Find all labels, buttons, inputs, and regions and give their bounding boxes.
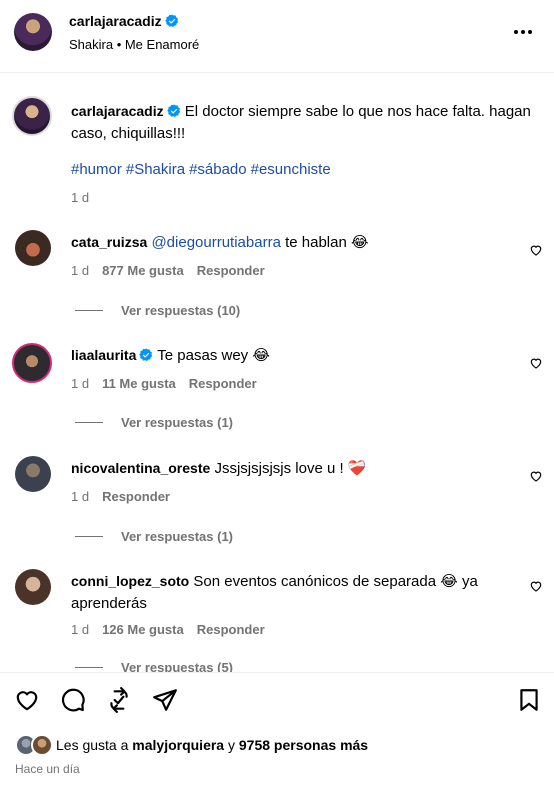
comment-like-icon[interactable] [529, 243, 543, 257]
reply-button[interactable]: Responder [197, 622, 265, 637]
comment-body: Jssjsjsjsjsjs love u ! ❤️‍🩹 [214, 460, 367, 477]
comment-timestamp[interactable]: 1 d [71, 489, 89, 504]
reply-button[interactable]: Responder [189, 376, 257, 391]
post-footer: Les gusta a malyjorquiera y 9758 persona… [0, 672, 554, 793]
comment-likes[interactable]: 11 Me gusta [102, 376, 176, 391]
caption-timestamp[interactable]: 1 d [71, 190, 89, 205]
repost-icon[interactable] [106, 687, 132, 713]
verified-badge-icon [139, 348, 153, 361]
hashtag-link[interactable]: #sábado [189, 161, 247, 178]
view-replies-label: Ver respuestas (1) [121, 529, 234, 544]
comment-likes[interactable]: 126 Me gusta [102, 622, 184, 637]
commenter-username[interactable]: nicovalentina_oreste [71, 460, 210, 476]
comment-meta: 1 d 126 Me gusta Responder [71, 622, 265, 637]
comment-text: conni_lopez_soto Son eventos canónicos d… [71, 570, 511, 615]
comment-body: te hablan 😂 [285, 234, 369, 251]
replies-divider [75, 310, 103, 311]
commenter-username[interactable]: conni_lopez_soto [71, 573, 189, 589]
comment-text: nicovalentina_oreste Jssjsjsjsjsjs love … [71, 457, 511, 480]
action-bar [14, 687, 178, 713]
likes-others-link[interactable]: 9758 personas más [239, 737, 368, 753]
comment-meta: 1 d 877 Me gusta Responder [71, 263, 265, 278]
comment-timestamp[interactable]: 1 d [71, 376, 89, 391]
view-replies-label: Ver respuestas (5) [121, 660, 234, 672]
caption-username[interactable]: carlajaracadiz [71, 103, 164, 119]
caption-hashtags: #humor #Shakira #sábado #esunchiste [71, 161, 335, 178]
replies-divider [75, 422, 103, 423]
commenter-avatar[interactable] [12, 343, 52, 383]
verified-badge-icon [166, 104, 180, 117]
likes-summary: Les gusta a malyjorquiera y 9758 persona… [15, 734, 368, 756]
comment-likes[interactable]: 877 Me gusta [102, 263, 184, 278]
comment-like-icon[interactable] [529, 469, 543, 483]
reply-button[interactable]: Responder [102, 489, 170, 504]
like-icon[interactable] [14, 687, 40, 713]
view-replies-label: Ver respuestas (10) [121, 303, 241, 318]
commenter-avatar[interactable] [15, 456, 51, 492]
verified-badge-icon [164, 14, 178, 27]
view-replies-button[interactable]: Ver respuestas (1) [75, 529, 233, 544]
hashtag-link[interactable]: #humor [71, 161, 122, 178]
replies-divider [75, 536, 103, 537]
view-replies-button[interactable]: Ver respuestas (5) [75, 660, 233, 672]
likes-text: Les gusta a malyjorquiera y 9758 persona… [56, 737, 368, 753]
commenter-username[interactable]: liaalaurita [71, 347, 136, 363]
post-timestamp[interactable]: Hace un día [15, 762, 80, 776]
liker-username[interactable]: malyjorquiera [132, 737, 224, 753]
commenter-avatar[interactable] [15, 569, 51, 605]
hashtag-link[interactable]: #Shakira [126, 161, 185, 178]
comment-meta: 1 d 11 Me gusta Responder [71, 376, 257, 391]
caption-avatar[interactable] [12, 96, 52, 136]
comment-text: cata_ruizsa @diegourrutiabarra te hablan… [71, 231, 511, 254]
comments-scroll-area[interactable]: carlajaracadiz El doctor siempre sabe lo… [0, 74, 554, 672]
more-options-icon[interactable] [514, 22, 536, 42]
author-avatar[interactable] [14, 13, 52, 51]
replies-divider [75, 667, 103, 668]
commenter-username[interactable]: cata_ruizsa [71, 234, 147, 250]
commenter-avatar[interactable] [15, 230, 51, 266]
caption-text-block: carlajaracadiz El doctor siempre sabe lo… [71, 100, 531, 145]
bookmark-button[interactable] [516, 687, 542, 716]
comment-timestamp[interactable]: 1 d [71, 622, 89, 637]
author-line: carlajaracadiz [69, 13, 179, 29]
liker-avatar[interactable] [31, 734, 53, 756]
comment-like-icon[interactable] [529, 579, 543, 593]
likes-joiner: y [228, 737, 235, 753]
reply-button[interactable]: Responder [197, 263, 265, 278]
bookmark-icon[interactable] [516, 687, 542, 713]
comment-like-icon[interactable] [529, 356, 543, 370]
view-replies-button[interactable]: Ver respuestas (1) [75, 415, 233, 430]
post-header: carlajaracadiz Shakira • Me Enamoré [0, 0, 554, 73]
view-replies-label: Ver respuestas (1) [121, 415, 234, 430]
likes-prefix: Les gusta a [56, 737, 129, 753]
audio-track[interactable]: Shakira • Me Enamoré [69, 37, 199, 52]
author-username[interactable]: carlajaracadiz [69, 13, 162, 29]
comment-text: liaalaurita Te pasas wey 😂 [71, 344, 511, 367]
comment-icon[interactable] [60, 687, 86, 713]
comment-timestamp[interactable]: 1 d [71, 263, 89, 278]
mention-link[interactable]: @diegourrutiabarra [151, 234, 280, 251]
comment-body: Te pasas wey 😂 [157, 347, 270, 364]
hashtag-link[interactable]: #esunchiste [251, 161, 331, 178]
share-icon[interactable] [152, 687, 178, 713]
comment-meta: 1 d Responder [71, 489, 170, 504]
view-replies-button[interactable]: Ver respuestas (10) [75, 303, 240, 318]
